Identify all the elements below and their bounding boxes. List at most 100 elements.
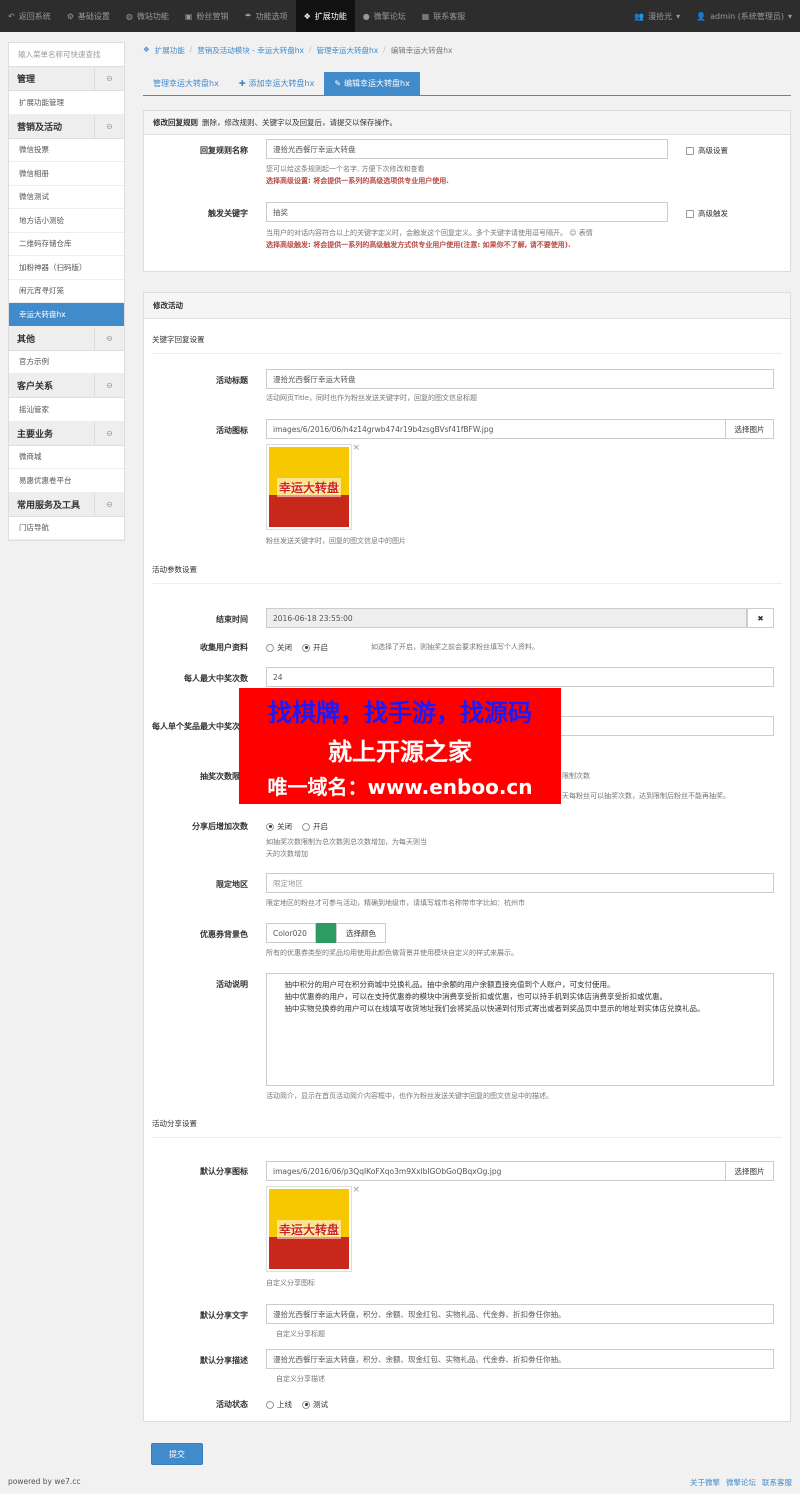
sidebar-item[interactable]: 微信投票 — [9, 139, 124, 162]
status-test-radio[interactable]: 测试 — [302, 1399, 328, 1410]
activity-icon-help: 粉丝发送关键字时，回复的图文信息中的图片 — [266, 537, 406, 545]
collect-help: 如选择了开启，则抽奖之前会要求粉丝填写个人资料。 — [371, 643, 539, 651]
remove-image-icon[interactable]: × — [352, 443, 360, 453]
sidebar-item[interactable]: 官方示例 — [9, 351, 124, 374]
footer-link-support[interactable]: 联系客服 — [762, 1477, 792, 1488]
user-menu[interactable]: 👤 admin (系统管理员) ▾ — [688, 0, 800, 32]
breadcrumb-link[interactable]: 管理幸运大转盘hx — [316, 45, 378, 56]
sidebar-item[interactable]: 门店导航 — [9, 517, 124, 540]
menu-search-input[interactable]: 输入菜单名称可快速查找 — [9, 43, 124, 67]
color-swatch[interactable] — [316, 923, 336, 943]
building-icon: ▦ — [421, 11, 430, 21]
share-text-label: 默认分享文字 — [200, 1311, 248, 1320]
account-group-menu[interactable]: 👥 漫拾光 ▾ — [626, 0, 688, 32]
max-win-input[interactable]: 24 — [266, 667, 774, 687]
share-add-off-radio[interactable]: 关闭 — [266, 821, 292, 832]
keyword-help: 当用户的对话内容符合以上的关键字定义时，会触发这个回复定义。多个关键字请使用逗号… — [266, 229, 593, 237]
region-input[interactable]: 限定地区 — [266, 873, 774, 893]
collect-info-label: 收集用户资料 — [200, 643, 248, 652]
activity-icon-input[interactable]: images/6/2016/06/h4z14grwb474r19b4zsgBVs… — [266, 419, 726, 439]
collect-off-radio[interactable]: 关闭 — [266, 642, 292, 653]
sidebar-item[interactable]: 闹元宵寻灯笼 — [9, 280, 124, 303]
keyword-warning: 选择高级触发: 将会提供一系列的高级触发方式供专业用户使用(注意: 如果你不了解… — [266, 241, 571, 249]
nav-extensions[interactable]: ❖ 扩展功能 — [295, 0, 355, 32]
collapse-icon[interactable]: ⊖ — [94, 421, 124, 445]
rule-name-help: 您可以给这条规则起一个名字, 方便下次修改和查看 — [266, 165, 425, 173]
sidebar-item[interactable]: 二维码存储仓库 — [9, 233, 124, 256]
nav-function-options[interactable]: ☂ 功能选项 — [236, 0, 295, 32]
activity-title-label: 活动标题 — [216, 376, 248, 385]
section-share: 活动分享设置 — [152, 1118, 782, 1138]
collapse-icon[interactable]: ⊖ — [94, 67, 124, 90]
share-text-help: 自定义分享标题 — [276, 1330, 325, 1338]
sidebar-item[interactable]: 摇汕管家 — [9, 398, 124, 422]
rule-name-input[interactable]: 漫拾光西餐厅幸运大转盘 — [266, 139, 668, 159]
sidebar-group-tools[interactable]: 常用服务及工具 ⊖ — [9, 492, 124, 517]
sidebar-group-business[interactable]: 主要业务 ⊖ — [9, 421, 124, 446]
sidebar-group-manage[interactable]: 管理 ⊖ — [9, 67, 124, 91]
share-add-on-radio[interactable]: 开启 — [302, 821, 328, 832]
share-icon-input[interactable]: images/6/2016/06/p3QqIKoFXqo3m9XxlbIGObG… — [266, 1161, 726, 1181]
description-textarea[interactable]: 抽中积分的用户可在积分商城中兑换礼品。抽中余额的用户余额直接充值到个人账户，可支… — [266, 973, 774, 1086]
breadcrumb-link[interactable]: 营销及活动模块 - 幸运大转盘hx — [197, 45, 304, 56]
nav-back-system[interactable]: ↶ 返回系统 — [0, 0, 59, 32]
share-text-input[interactable]: 漫拾光西餐厅幸运大转盘，积分、余额、现金红包、实物礼品、代金券、折扣劵任你抽。 — [266, 1304, 774, 1324]
coupon-bg-input[interactable]: Color020 — [266, 923, 316, 943]
description-help: 活动简介，显示在首页活动简介内容框中，也作为粉丝发送关键字回复的图文信息中的描述… — [266, 1092, 553, 1100]
sidebar-group-marketing[interactable]: 营销及活动 ⊖ — [9, 114, 124, 139]
breadcrumb-link[interactable]: 扩展功能 — [155, 45, 185, 56]
footer-powered: powered by we7.cc — [8, 1477, 81, 1486]
remove-image-icon[interactable]: × — [352, 1185, 360, 1195]
nav-support[interactable]: ▦ 联系客服 — [414, 0, 474, 32]
rule-panel: 修改回复规则 删除，修改规则、关键字以及回复后，请提交以保存操作。 回复规则名称 … — [143, 110, 791, 272]
share-icon-label: 默认分享图标 — [200, 1167, 248, 1176]
nav-fan-marketing[interactable]: ▣ 粉丝营销 — [177, 0, 237, 32]
description-label: 活动说明 — [216, 980, 248, 989]
sidebar-group-crm[interactable]: 客户关系 ⊖ — [9, 374, 124, 398]
max-win-label: 每人最大中奖次数 — [184, 674, 248, 683]
nav-forum[interactable]: ● 微擎论坛 — [355, 0, 414, 32]
keyword-label: 触发关键字 — [208, 209, 248, 218]
footer-link-forum[interactable]: 微擎论坛 — [726, 1477, 756, 1488]
sidebar-item[interactable]: 扩展功能管理 — [9, 91, 124, 115]
edit-icon: ✎ — [334, 79, 342, 88]
sidebar-item[interactable]: 地方话小测验 — [9, 209, 124, 233]
emoji-icon[interactable]: ☺ — [569, 229, 576, 237]
advanced-trigger-checkbox[interactable]: 高级触发 — [686, 208, 728, 219]
status-online-radio[interactable]: 上线 — [266, 1399, 292, 1410]
tab-add[interactable]: ✚ 添加幸运大转盘hx — [229, 72, 325, 95]
nav-micro-site[interactable]: ◍ 微站功能 — [118, 0, 177, 32]
choose-icon-button[interactable]: 选择图片 — [725, 419, 774, 439]
collect-on-radio[interactable]: 开启 — [302, 642, 328, 653]
sidebar-item[interactable]: 加粉神器（扫码版） — [9, 256, 124, 280]
collapse-icon[interactable]: ⊖ — [94, 114, 124, 138]
advanced-settings-checkbox[interactable]: 高级设置 — [686, 145, 728, 156]
plus-icon: ✚ — [238, 79, 246, 88]
end-time-input[interactable]: 2016-06-18 23:55:00 — [266, 608, 747, 628]
tab-edit[interactable]: ✎ 编辑幸运大转盘hx — [324, 72, 420, 95]
sidebar-item[interactable]: 微信测试 — [9, 186, 124, 209]
choose-share-icon-button[interactable]: 选择图片 — [725, 1161, 774, 1181]
breadcrumb-current: 编辑幸运大转盘hx — [390, 46, 453, 55]
collapse-icon[interactable]: ⊖ — [94, 374, 124, 397]
watermark-banner: 找棋牌，找手游，找源码 就上开源之家 唯一域名：www.enboo.cn — [239, 688, 561, 804]
sidebar-group-other[interactable]: 其他 ⊖ — [9, 326, 124, 351]
clear-time-button[interactable]: ✖ — [747, 608, 774, 628]
share-desc-input[interactable]: 漫拾光西餐厅幸运大转盘，积分、余额、现金红包、实物礼品、代金券、折扣劵任你抽。 — [266, 1349, 774, 1369]
sidebar-item[interactable]: 易惠优惠卷平台 — [9, 469, 124, 493]
collapse-icon[interactable]: ⊖ — [94, 326, 124, 350]
emoji-link[interactable]: 表情 — [579, 229, 593, 237]
breadcrumb: ❖ 扩展功能 / 营销及活动模块 - 幸运大转盘hx / 管理幸运大转盘hx / 编辑… — [143, 45, 453, 56]
collapse-icon[interactable]: ⊖ — [94, 492, 124, 516]
tab-manage[interactable]: 管理幸运大转盘hx — [143, 72, 229, 95]
rule-name-label: 回复规则名称 — [200, 146, 248, 155]
submit-button[interactable]: 提交 — [151, 1443, 203, 1465]
sidebar-item[interactable]: 微商城 — [9, 446, 124, 469]
nav-basic-settings[interactable]: ⚙ 基础设置 — [59, 0, 118, 32]
sidebar-item-active[interactable]: 幸运大转盘hx — [9, 303, 124, 327]
choose-color-button[interactable]: 选择颜色 — [336, 923, 386, 943]
sidebar-item[interactable]: 微信相册 — [9, 162, 124, 186]
activity-title-input[interactable]: 漫拾光西餐厅幸运大转盘 — [266, 369, 774, 389]
keyword-input[interactable]: 抽奖 — [266, 202, 668, 222]
footer-link-about[interactable]: 关于微擎 — [690, 1477, 720, 1488]
